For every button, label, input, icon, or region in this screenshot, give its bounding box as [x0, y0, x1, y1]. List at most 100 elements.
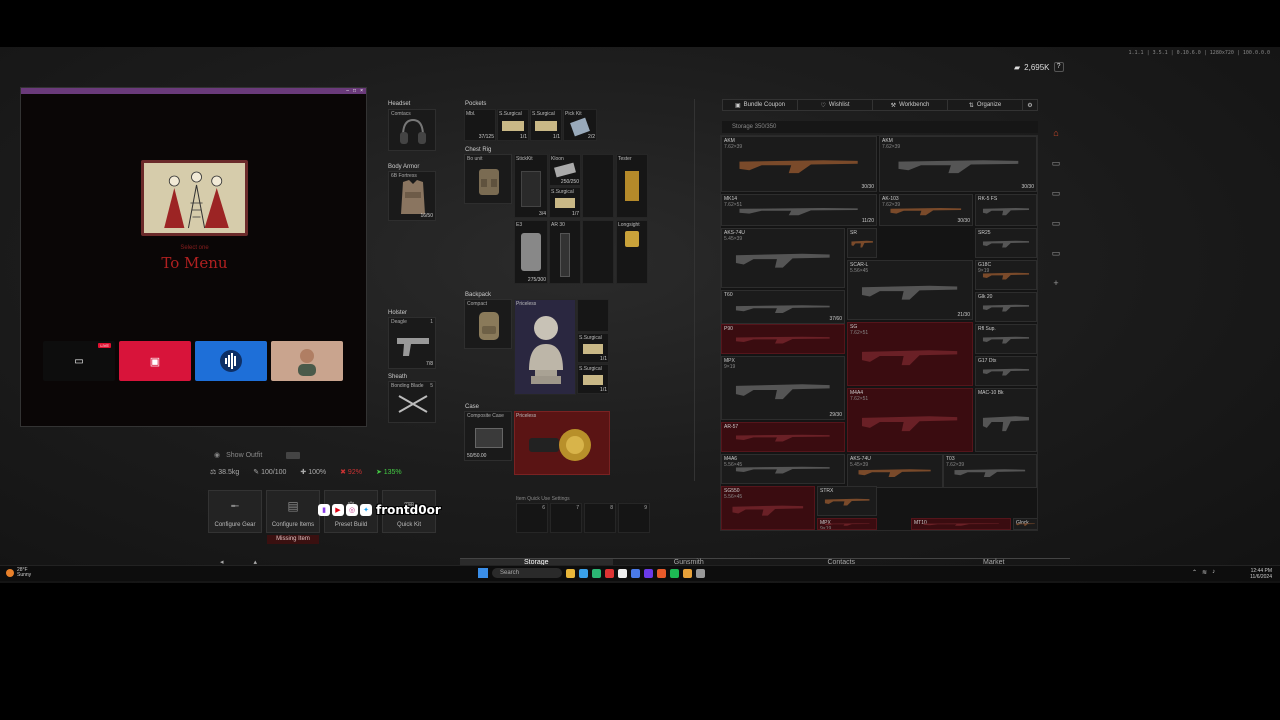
app-icon[interactable]: [592, 568, 601, 578]
stash-item[interactable]: M4A4 7.62×51: [847, 388, 973, 452]
stash-item[interactable]: MK14 7.62×51 11/20: [721, 194, 877, 226]
stash-item[interactable]: MAC-10 Bk: [975, 388, 1037, 452]
app-icon[interactable]: [631, 568, 640, 578]
chrome-icon[interactable]: [683, 568, 692, 578]
stash-item[interactable]: Rfl Sup.: [975, 324, 1037, 354]
home-icon[interactable]: ⌂: [1048, 125, 1064, 141]
app-icon[interactable]: [696, 568, 705, 578]
stash-item[interactable]: Glk 20: [975, 292, 1037, 322]
sheath-slot[interactable]: Bonding Blade 5: [388, 381, 436, 423]
workbench-tab[interactable]: ⚒ Workbench: [873, 100, 948, 110]
backpack-cell-empty[interactable]: [577, 299, 609, 332]
stash-item[interactable]: AK-103 7.62×39 30/30: [879, 194, 973, 226]
overlay-titlebar[interactable]: – □ ×: [21, 88, 366, 94]
avatar-tile[interactable]: [271, 341, 343, 381]
stash-item[interactable]: SG550 5.56×45: [721, 486, 815, 530]
rig-cell-6[interactable]: AR 30: [549, 220, 581, 284]
outfit-switch[interactable]: [286, 451, 301, 459]
pocket-slot-2[interactable]: S.Surgical 1/1: [497, 109, 529, 141]
bundle-coupon-tab[interactable]: ▣ Bundle Coupon: [723, 100, 798, 110]
stash-item[interactable]: AR-57: [721, 422, 845, 452]
taskbar-search[interactable]: Search: [492, 568, 562, 578]
pocket-slot-4[interactable]: Pick Kit 2/2: [563, 109, 597, 141]
stash-item[interactable]: MT10: [911, 518, 1011, 530]
audio-tile[interactable]: [195, 341, 267, 381]
quick-slot-9[interactable]: 9: [618, 503, 650, 533]
stash-item[interactable]: T03 7.62×39: [943, 454, 1037, 488]
case-cell-priceless[interactable]: Priceless: [514, 411, 610, 475]
body-armor-slot[interactable]: 6B Fortress 16/50: [388, 171, 436, 221]
chevron-up-icon[interactable]: ⌃: [1192, 569, 1197, 576]
rig-cell-4[interactable]: Tester: [616, 154, 648, 218]
rig-cell-empty-2[interactable]: [582, 220, 614, 284]
rig-cell-2[interactable]: Kloon 250/250: [549, 154, 581, 186]
stash-item[interactable]: AKM 7.62×39 30/30: [721, 136, 877, 192]
backpack-cell-2[interactable]: S.Surgical 1/1: [577, 333, 609, 363]
stash-item[interactable]: MPX 9×19 29/30: [721, 356, 845, 420]
stash-item[interactable]: T60 37/60: [721, 290, 845, 324]
stash-item[interactable]: Glock: [1013, 518, 1037, 530]
volume-icon[interactable]: ♪: [1212, 569, 1215, 576]
stash-item[interactable]: P90: [721, 324, 845, 354]
chest-rig-slot[interactable]: Bo unit: [464, 154, 512, 204]
stash-item[interactable]: AKS-74U 5.45×39: [847, 454, 943, 488]
edge-icon[interactable]: [579, 568, 588, 578]
organize-tab[interactable]: ⇅ Organize: [948, 100, 1023, 110]
stash-page-icon[interactable]: ▭: [1048, 215, 1064, 231]
currency-display[interactable]: ▰ 2,695K ?: [1014, 62, 1064, 72]
configure-gear-button[interactable]: ╾ Configure Gear: [208, 490, 262, 533]
stash-page-icon[interactable]: ▭: [1048, 245, 1064, 261]
media-tile[interactable]: ▣: [119, 341, 191, 381]
spotify-icon[interactable]: [670, 568, 679, 578]
stream-tile[interactable]: LIVE ▭: [43, 341, 115, 381]
stash-item[interactable]: MPX 9×19: [817, 518, 877, 530]
help-icon[interactable]: ?: [1053, 62, 1064, 72]
pocket-slot-3[interactable]: S.Surgical 1/1: [530, 109, 562, 141]
windows-start-icon[interactable]: [478, 568, 488, 578]
quick-slot-6[interactable]: 6: [516, 503, 548, 533]
app-icon[interactable]: [618, 568, 627, 578]
rig-cell-3[interactable]: S.Surgical 1/7: [549, 187, 581, 218]
app-icon[interactable]: [644, 568, 653, 578]
backpack-slot[interactable]: Compact: [464, 299, 512, 349]
show-outfit-toggle[interactable]: ◉ Show Outfit: [214, 451, 301, 459]
minimize-icon[interactable]: –: [346, 88, 349, 94]
rig-cell-5[interactable]: E3 275/300: [514, 220, 548, 284]
headset-slot[interactable]: Comtacs: [388, 109, 436, 151]
backpack-cell-3[interactable]: S.Surgical 1/1: [577, 364, 609, 394]
wifi-icon[interactable]: ≋: [1202, 569, 1207, 576]
rig-cell-7[interactable]: Longsight: [616, 220, 648, 284]
maximize-icon[interactable]: □: [353, 88, 356, 94]
quick-slot-8[interactable]: 8: [584, 503, 616, 533]
rig-cell-1[interactable]: StickKit 3/4: [514, 154, 548, 218]
stash-item[interactable]: G18C 9×19: [975, 260, 1037, 290]
file-explorer-icon[interactable]: [566, 568, 575, 578]
case-slot[interactable]: Composite Case 50/50.00: [464, 411, 512, 461]
app-icon[interactable]: [657, 568, 666, 578]
pocket-slot-1[interactable]: Mbl. 37/125: [464, 109, 496, 141]
app-icon[interactable]: [605, 568, 614, 578]
stash-item[interactable]: STRX: [817, 486, 877, 516]
configure-items-button[interactable]: ▤ Configure Items: [266, 490, 320, 533]
stash-item[interactable]: RK-5 FS: [975, 194, 1037, 226]
stash-item[interactable]: SG 7.62×51: [847, 322, 973, 386]
backpack-cell-statue[interactable]: Priceless: [514, 299, 576, 395]
close-icon[interactable]: ×: [360, 88, 363, 94]
stash-item[interactable]: SCAR-L 5.56×45 21/30: [847, 260, 973, 320]
to-menu-title[interactable]: To Menu: [21, 254, 368, 272]
stash-item[interactable]: SR25: [975, 228, 1037, 258]
settings-tab[interactable]: ⚙: [1023, 100, 1037, 110]
add-page-icon[interactable]: +: [1048, 275, 1064, 291]
stash-item[interactable]: AKS-74U 5.45×39: [721, 228, 845, 288]
holster-slot[interactable]: Deagle 1 7/8: [388, 317, 436, 369]
taskbar-clock[interactable]: 12:44 PM 11/6/2024: [1250, 568, 1272, 580]
weather-widget[interactable]: 28°F Sunny: [6, 568, 31, 578]
stash-page-icon[interactable]: ▭: [1048, 185, 1064, 201]
stash-page-icon[interactable]: ▭: [1048, 155, 1064, 171]
stash-item[interactable]: SR: [847, 228, 877, 258]
wishlist-tab[interactable]: ♡ Wishlist: [798, 100, 873, 110]
rig-cell-empty-1[interactable]: [582, 154, 614, 218]
stash-item[interactable]: G17 Dtx: [975, 356, 1037, 386]
quick-slot-7[interactable]: 7: [550, 503, 582, 533]
stash-item[interactable]: AKM 7.62×39 30/30: [879, 136, 1037, 192]
